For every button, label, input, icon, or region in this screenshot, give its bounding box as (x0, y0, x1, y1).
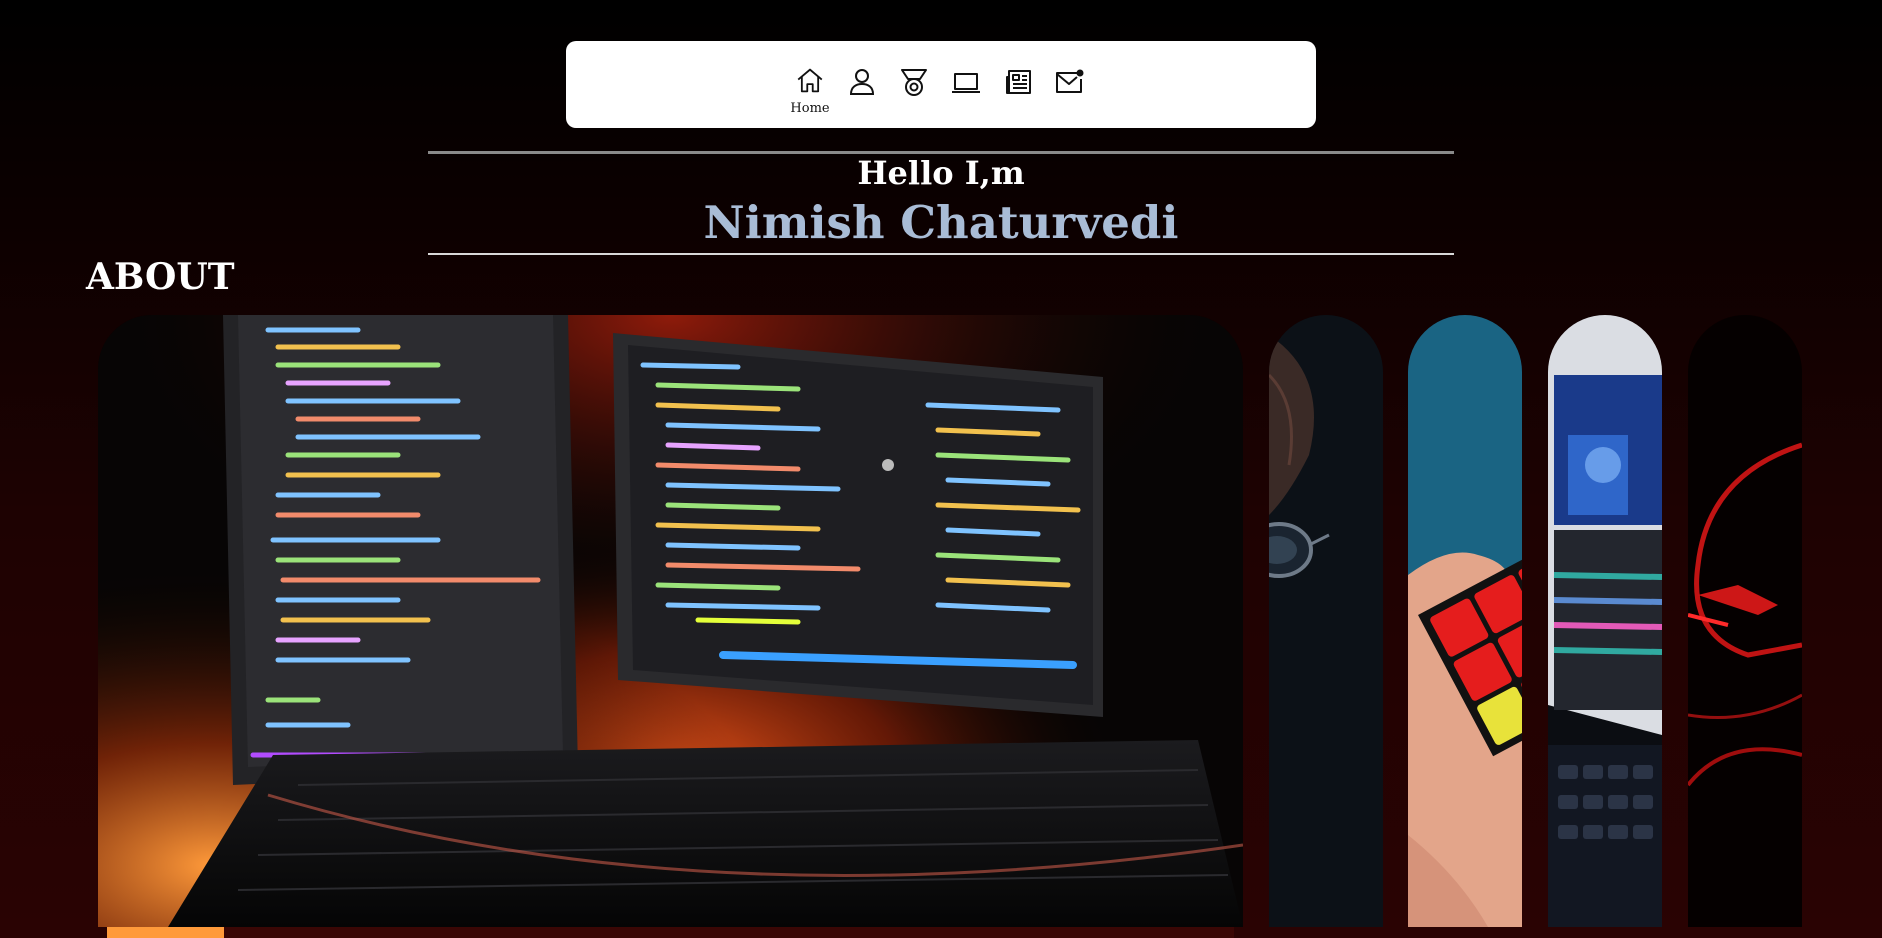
next-section-edge (224, 927, 1234, 938)
gallery-image-red-bulb[interactable] (1688, 315, 1802, 927)
user-icon (849, 69, 875, 95)
nav-about[interactable] (842, 66, 882, 116)
gallery-image-video-editing[interactable] (1548, 315, 1662, 927)
nav-achievements[interactable] (894, 66, 934, 116)
medal-icon (901, 69, 927, 96)
gallery-image-rubiks-cube[interactable] (1408, 315, 1522, 927)
gallery-image-person-glasses[interactable] (1269, 315, 1383, 927)
newspaper-icon (1006, 70, 1031, 94)
nav-bar: Home (566, 41, 1316, 128)
mail-icon (1056, 69, 1084, 93)
hero-greeting: Hello I,m (857, 154, 1025, 192)
home-icon (797, 68, 823, 93)
hero-name: Nimish Chaturvedi (703, 196, 1179, 249)
laptop-icon (952, 73, 980, 93)
nav-home-label: Home (790, 101, 830, 116)
hero-divider-bottom (428, 253, 1454, 255)
nav-blog[interactable] (998, 66, 1038, 116)
next-section-edge (107, 927, 224, 938)
nav-contact[interactable] (1050, 66, 1090, 116)
nav-projects[interactable] (946, 66, 986, 116)
about-heading: ABOUT (86, 256, 235, 298)
nav-home[interactable]: Home (790, 66, 830, 116)
gallery-image-coding-setup[interactable] (98, 315, 1243, 927)
